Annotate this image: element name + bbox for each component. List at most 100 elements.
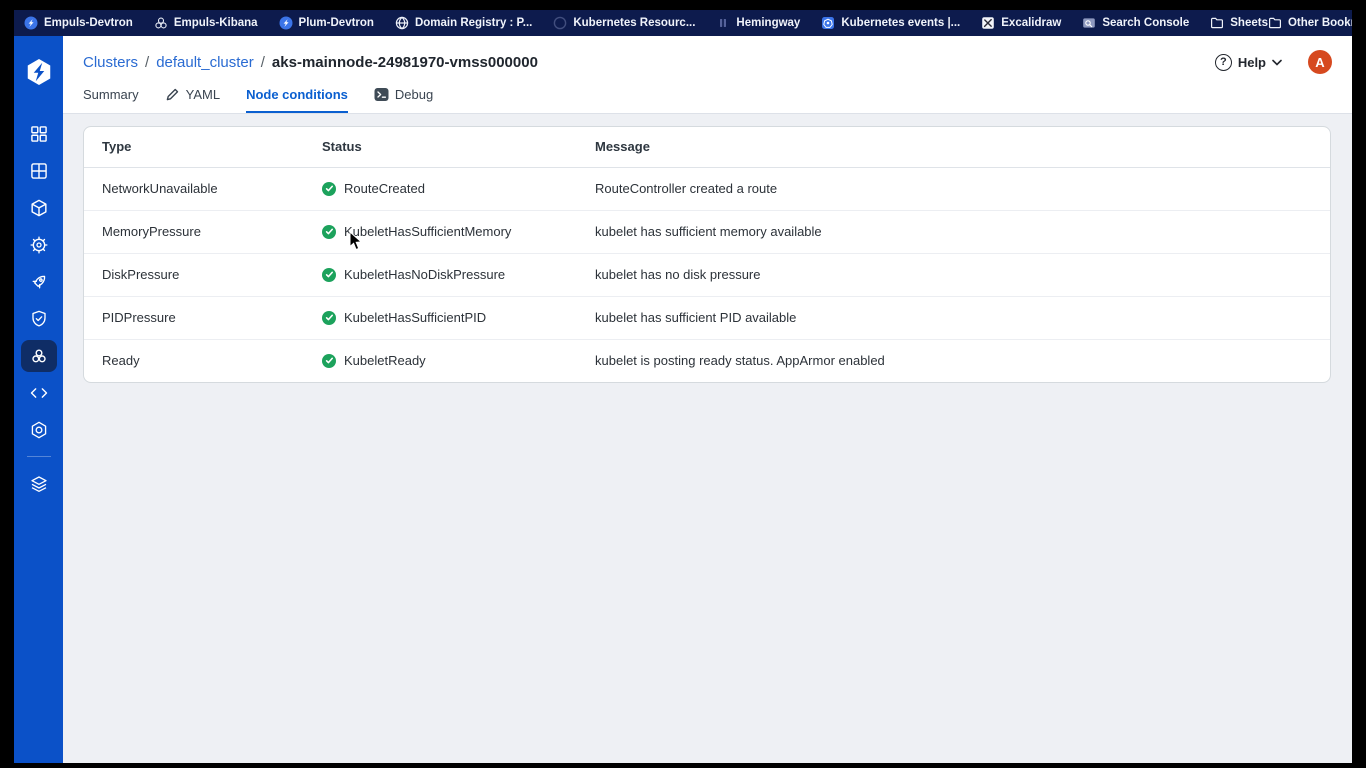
tab-node-conditions[interactable]: Node conditions	[246, 87, 348, 113]
table-row: Ready KubeletReady kubelet is posting re…	[84, 339, 1330, 382]
kubernetes-badge-icon	[821, 16, 835, 30]
status-ok-icon	[322, 224, 336, 239]
globe-icon	[395, 16, 409, 30]
bookmark-label: Excalidraw	[1001, 17, 1062, 29]
page-header: Clusters / default_cluster / aks-mainnod…	[63, 36, 1352, 114]
sidebar-item-stack-manager[interactable]	[21, 465, 57, 502]
bookmark-label: Kubernetes events |...	[841, 17, 961, 29]
table-row: NetworkUnavailable RouteCreated RouteCon…	[84, 167, 1330, 211]
search-console-icon	[1082, 16, 1096, 30]
letterbox-bottom	[0, 763, 1366, 768]
status-ok-icon	[322, 310, 336, 325]
breadcrumb-separator: /	[145, 53, 150, 71]
breadcrumb-node-name: aks-mainnode-24981970-vmss000000	[271, 53, 538, 71]
letterbox-right	[1352, 10, 1366, 763]
bookmark-search-console[interactable]: Search Console	[1082, 16, 1189, 30]
kibana-circles-icon	[154, 16, 168, 30]
screen: Empuls-Devtron Empuls-Kibana Plum-Devtro…	[0, 0, 1366, 768]
bookmark-label: Search Console	[1102, 17, 1190, 29]
sidebar-item-security[interactable]	[21, 300, 57, 337]
helm-wheel-icon	[30, 236, 47, 253]
node-conditions-content: Type Status Message NetworkUnavailable R…	[63, 114, 1352, 763]
shield-check-icon	[31, 310, 46, 326]
avatar[interactable]: A	[1308, 50, 1332, 74]
layers-stack-icon	[30, 475, 47, 492]
help-question-icon: ?	[1214, 53, 1232, 71]
bookmark-kubernetes-resources[interactable]: Kubernetes Resourc...	[553, 16, 695, 30]
cell-type: NetworkUnavailable	[84, 167, 304, 211]
bookmark-hemingway[interactable]: Hemingway	[716, 16, 800, 30]
help-button[interactable]: ? Help	[1214, 53, 1282, 71]
cell-message: kubelet has sufficient PID available	[577, 296, 1330, 340]
cell-status: KubeletReady	[344, 353, 426, 369]
sidebar-item-settings[interactable]	[21, 411, 57, 448]
tab-summary[interactable]: Summary	[83, 87, 139, 113]
tab-label: Node conditions	[246, 87, 348, 102]
bookmark-kubernetes-events[interactable]: Kubernetes events |...	[821, 16, 960, 30]
breadcrumb-clusters[interactable]: Clusters	[83, 54, 138, 71]
bookmark-empuls-kibana[interactable]: Empuls-Kibana	[154, 16, 258, 30]
table-row: DiskPressure KubeletHasNoDiskPressure ku…	[84, 253, 1330, 297]
status-ok-icon	[322, 353, 336, 368]
sidebar-item-resource-browser[interactable]	[21, 374, 57, 411]
sidebar-item-jobs[interactable]	[21, 263, 57, 300]
pause-bars-icon	[716, 16, 730, 30]
node-conditions-card: Type Status Message NetworkUnavailable R…	[83, 126, 1331, 383]
sidebar-item-chart-store[interactable]	[21, 189, 57, 226]
bookmark-plum-devtron[interactable]: Plum-Devtron	[279, 16, 374, 30]
tab-label: Summary	[83, 87, 139, 102]
folder-icon	[1210, 16, 1224, 30]
devtron-logo[interactable]	[24, 57, 54, 87]
code-brackets-icon	[30, 387, 47, 398]
bookmark-label: Sheets	[1230, 17, 1268, 29]
bookmark-label: Hemingway	[736, 17, 801, 29]
cell-type: PIDPressure	[84, 296, 304, 340]
cell-type: DiskPressure	[84, 253, 304, 297]
column-header-type: Type	[84, 127, 304, 168]
cell-type: Ready	[102, 353, 140, 369]
bookmark-label: Empuls-Kibana	[173, 17, 258, 29]
tab-label: YAML	[185, 87, 221, 102]
app-window-grid-icon	[30, 162, 47, 179]
bookmark-domain-registry[interactable]: Domain Registry : P...	[395, 16, 532, 30]
tab-label: Debug	[394, 87, 434, 102]
help-label: Help	[1237, 54, 1266, 70]
chevron-down-icon	[1272, 59, 1282, 66]
breadcrumb-cluster-name[interactable]: default_cluster	[156, 54, 254, 71]
table-row: MemoryPressure KubeletHasSufficientMemor…	[84, 210, 1330, 254]
cell-message: RouteController created a route	[577, 167, 1330, 211]
letterbox-left	[0, 10, 14, 763]
cell-status: KubeletHasNoDiskPressure	[344, 267, 506, 282]
sidebar	[14, 36, 63, 763]
bookmark-label: Kubernetes Resourc...	[573, 17, 696, 29]
apps-grid-icon	[30, 125, 47, 142]
cell-message: kubelet has no disk pressure	[577, 253, 1330, 297]
tab-bar: Summary YAML Node conditions Debug	[83, 87, 1332, 113]
cell-type: MemoryPressure	[84, 210, 304, 254]
sidebar-item-app-groups[interactable]	[21, 152, 57, 189]
table-header-row: Type Status Message	[84, 127, 1330, 168]
tab-debug[interactable]: Debug	[374, 87, 433, 113]
bookmark-sheets[interactable]: Sheets	[1210, 16, 1268, 30]
sidebar-item-clusters[interactable]	[20, 339, 57, 372]
breadcrumb: Clusters / default_cluster / aks-mainnod…	[83, 54, 538, 71]
cell-status: KubeletHasSufficientPID	[344, 310, 487, 325]
bookmark-label: Plum-Devtron	[298, 17, 374, 29]
sidebar-item-helm[interactable]	[21, 226, 57, 263]
terminal-icon	[374, 87, 389, 102]
column-header-status: Status	[304, 127, 577, 168]
bookmark-excalidraw[interactable]: Excalidraw	[981, 16, 1061, 30]
dark-circle-icon	[553, 16, 567, 30]
bookmarks-bar: Empuls-Devtron Empuls-Kibana Plum-Devtro…	[14, 10, 1366, 36]
bookmark-label: Domain Registry : P...	[414, 17, 533, 29]
devtron-badge-icon	[24, 16, 38, 30]
sidebar-item-applications[interactable]	[21, 115, 57, 152]
pencil-icon	[165, 87, 180, 102]
breadcrumb-separator: /	[260, 53, 265, 71]
rocket-icon	[32, 275, 45, 288]
cell-status: RouteCreated	[344, 181, 425, 196]
folder-icon	[1268, 16, 1282, 30]
cell-message: kubelet is posting ready status. AppArmo…	[595, 353, 885, 369]
bookmark-empuls-devtron[interactable]: Empuls-Devtron	[24, 16, 133, 30]
tab-yaml[interactable]: YAML	[165, 87, 220, 113]
